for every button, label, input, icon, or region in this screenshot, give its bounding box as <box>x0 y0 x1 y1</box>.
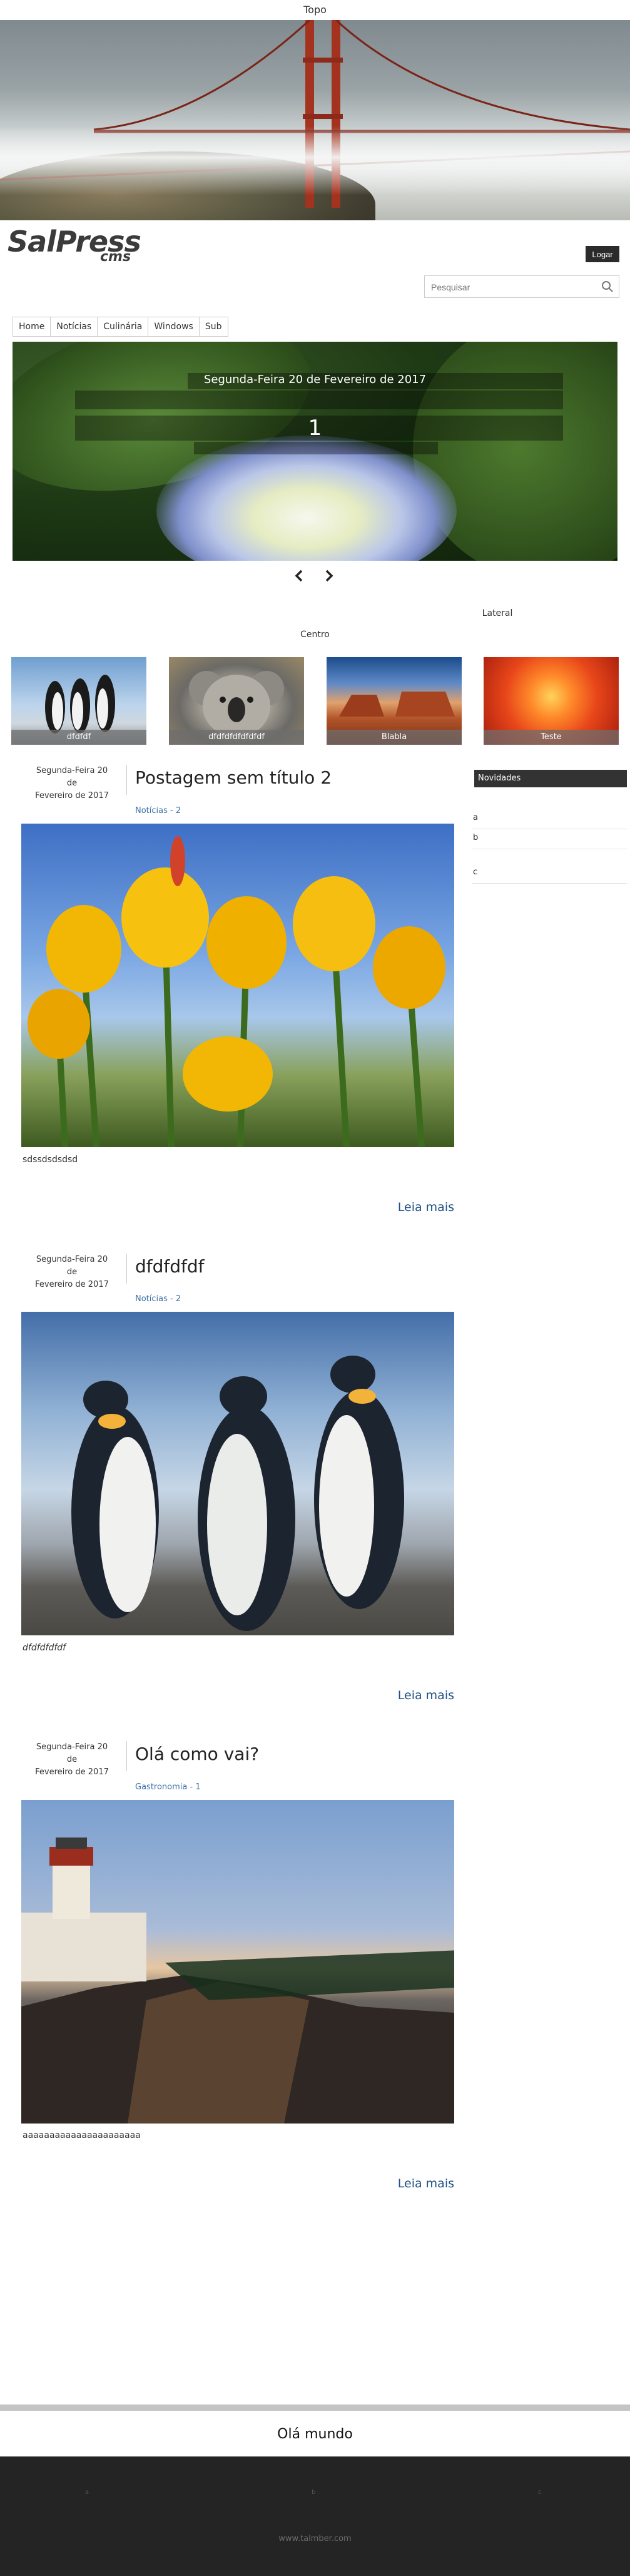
login-button[interactable]: Logar <box>586 246 619 262</box>
header-banner-image <box>0 20 630 220</box>
nav-sub[interactable]: Sub <box>200 317 228 336</box>
slider-number: 1 <box>308 416 322 441</box>
post-divider <box>126 1254 127 1284</box>
banner-fog <box>0 126 630 195</box>
lighthouse-illustration <box>21 1837 454 2124</box>
novidades-heading: Novidades <box>474 770 627 787</box>
post-date-line: Fevereiro de 2017 <box>35 1280 109 1289</box>
post-excerpt: dfdfdfdfdf <box>23 1643 66 1653</box>
post-category[interactable]: Notícias - 2 <box>135 1294 181 1304</box>
thumbnail-caption: Blabla <box>327 730 462 745</box>
slider-controls <box>291 567 341 586</box>
search-box <box>424 275 619 299</box>
post-excerpt: sdssdsdsdsd <box>23 1155 78 1165</box>
thumbnail-caption: dfdfdf <box>11 730 146 745</box>
nav-culinaria[interactable]: Culinária <box>98 317 149 336</box>
post-divider <box>126 1741 127 1771</box>
post-date: Segunda-Feira 20 de Fevereiro de 2017 <box>31 1741 113 1779</box>
footer-dot: c <box>538 2489 542 2496</box>
thumbnail-caption: dfdfdfdfdfdfdf <box>169 730 304 745</box>
centro-label: Centro <box>300 630 330 640</box>
post-date-line: Fevereiro de 2017 <box>35 791 109 800</box>
thumbnail-card[interactable]: dfdfdfdfdfdfdf <box>169 657 304 745</box>
post-date-line: Segunda-Feira 20 de <box>36 1742 108 1764</box>
post-image[interactable] <box>21 1312 454 1635</box>
search-input[interactable] <box>430 276 596 299</box>
chevron-left-icon[interactable] <box>291 567 308 585</box>
tulips-illustration <box>28 836 445 1147</box>
post-date: Segunda-Feira 20 de Fevereiro de 2017 <box>31 1254 113 1291</box>
post-title[interactable]: dfdfdfdf <box>135 1256 205 1277</box>
post-image[interactable] <box>21 824 454 1147</box>
footer-title: Olá mundo <box>277 2426 353 2442</box>
post-title[interactable]: Olá como vai? <box>135 1744 259 1764</box>
post-date-line: Segunda-Feira 20 de <box>36 766 108 788</box>
nav-noticias[interactable]: Notícias <box>51 317 98 336</box>
penguins-illustration <box>71 1356 404 1631</box>
post-title[interactable]: Postagem sem título 2 <box>135 767 332 788</box>
slider-date: Segunda-Feira 20 de Fevereiro de 2017 <box>203 373 427 386</box>
post-date-line: Segunda-Feira 20 de <box>36 1255 108 1277</box>
thumbnail-card[interactable]: Teste <box>484 657 619 745</box>
footer-divider <box>0 2405 630 2411</box>
post-date-line: Fevereiro de 2017 <box>35 1767 109 1777</box>
post-divider <box>126 765 127 795</box>
logo-sub-text: cms <box>100 249 131 265</box>
footer: a b c www.talmber.com <box>0 2456 630 2576</box>
post-date: Segunda-Feira 20 de Fevereiro de 2017 <box>31 765 113 802</box>
footer-dot: b <box>312 2489 316 2496</box>
read-more-link[interactable]: Leia mais <box>388 1689 454 1702</box>
nav-home[interactable]: Home <box>13 317 51 336</box>
slider-band <box>194 442 438 454</box>
read-more-link[interactable]: Leia mais <box>388 2177 454 2190</box>
thumbnail-caption: Teste <box>484 730 619 745</box>
site-logo[interactable]: SalPress cms <box>8 227 141 267</box>
image-slider[interactable]: Segunda-Feira 20 de Fevereiro de 2017 1 <box>13 342 617 561</box>
post-category[interactable]: Notícias - 2 <box>135 806 181 815</box>
post-excerpt: aaaaaaaaaaaaaaaaaaaaaa <box>23 2130 141 2140</box>
main-nav: Home Notícias Culinária Windows Sub <box>13 317 228 337</box>
thumbnail-card[interactable]: dfdfdf <box>11 657 146 745</box>
read-more-link[interactable]: Leia mais <box>388 1200 454 1214</box>
top-label: Topo <box>303 4 327 16</box>
post-image[interactable] <box>21 1800 454 2124</box>
thumbnail-card[interactable]: Blabla <box>327 657 462 745</box>
novidades-item[interactable]: a <box>472 809 627 829</box>
search-icon[interactable] <box>601 280 614 293</box>
nav-windows[interactable]: Windows <box>148 317 200 336</box>
slider-band <box>75 391 563 409</box>
novidades-item[interactable]: b <box>472 829 627 849</box>
novidades-item[interactable]: c <box>472 864 627 884</box>
chevron-right-icon[interactable] <box>320 567 337 585</box>
lateral-label: Lateral <box>482 608 513 618</box>
post-category[interactable]: Gastronomia - 1 <box>135 1782 201 1792</box>
footer-link[interactable]: www.talmber.com <box>0 2534 630 2543</box>
footer-dot: a <box>85 2489 89 2496</box>
